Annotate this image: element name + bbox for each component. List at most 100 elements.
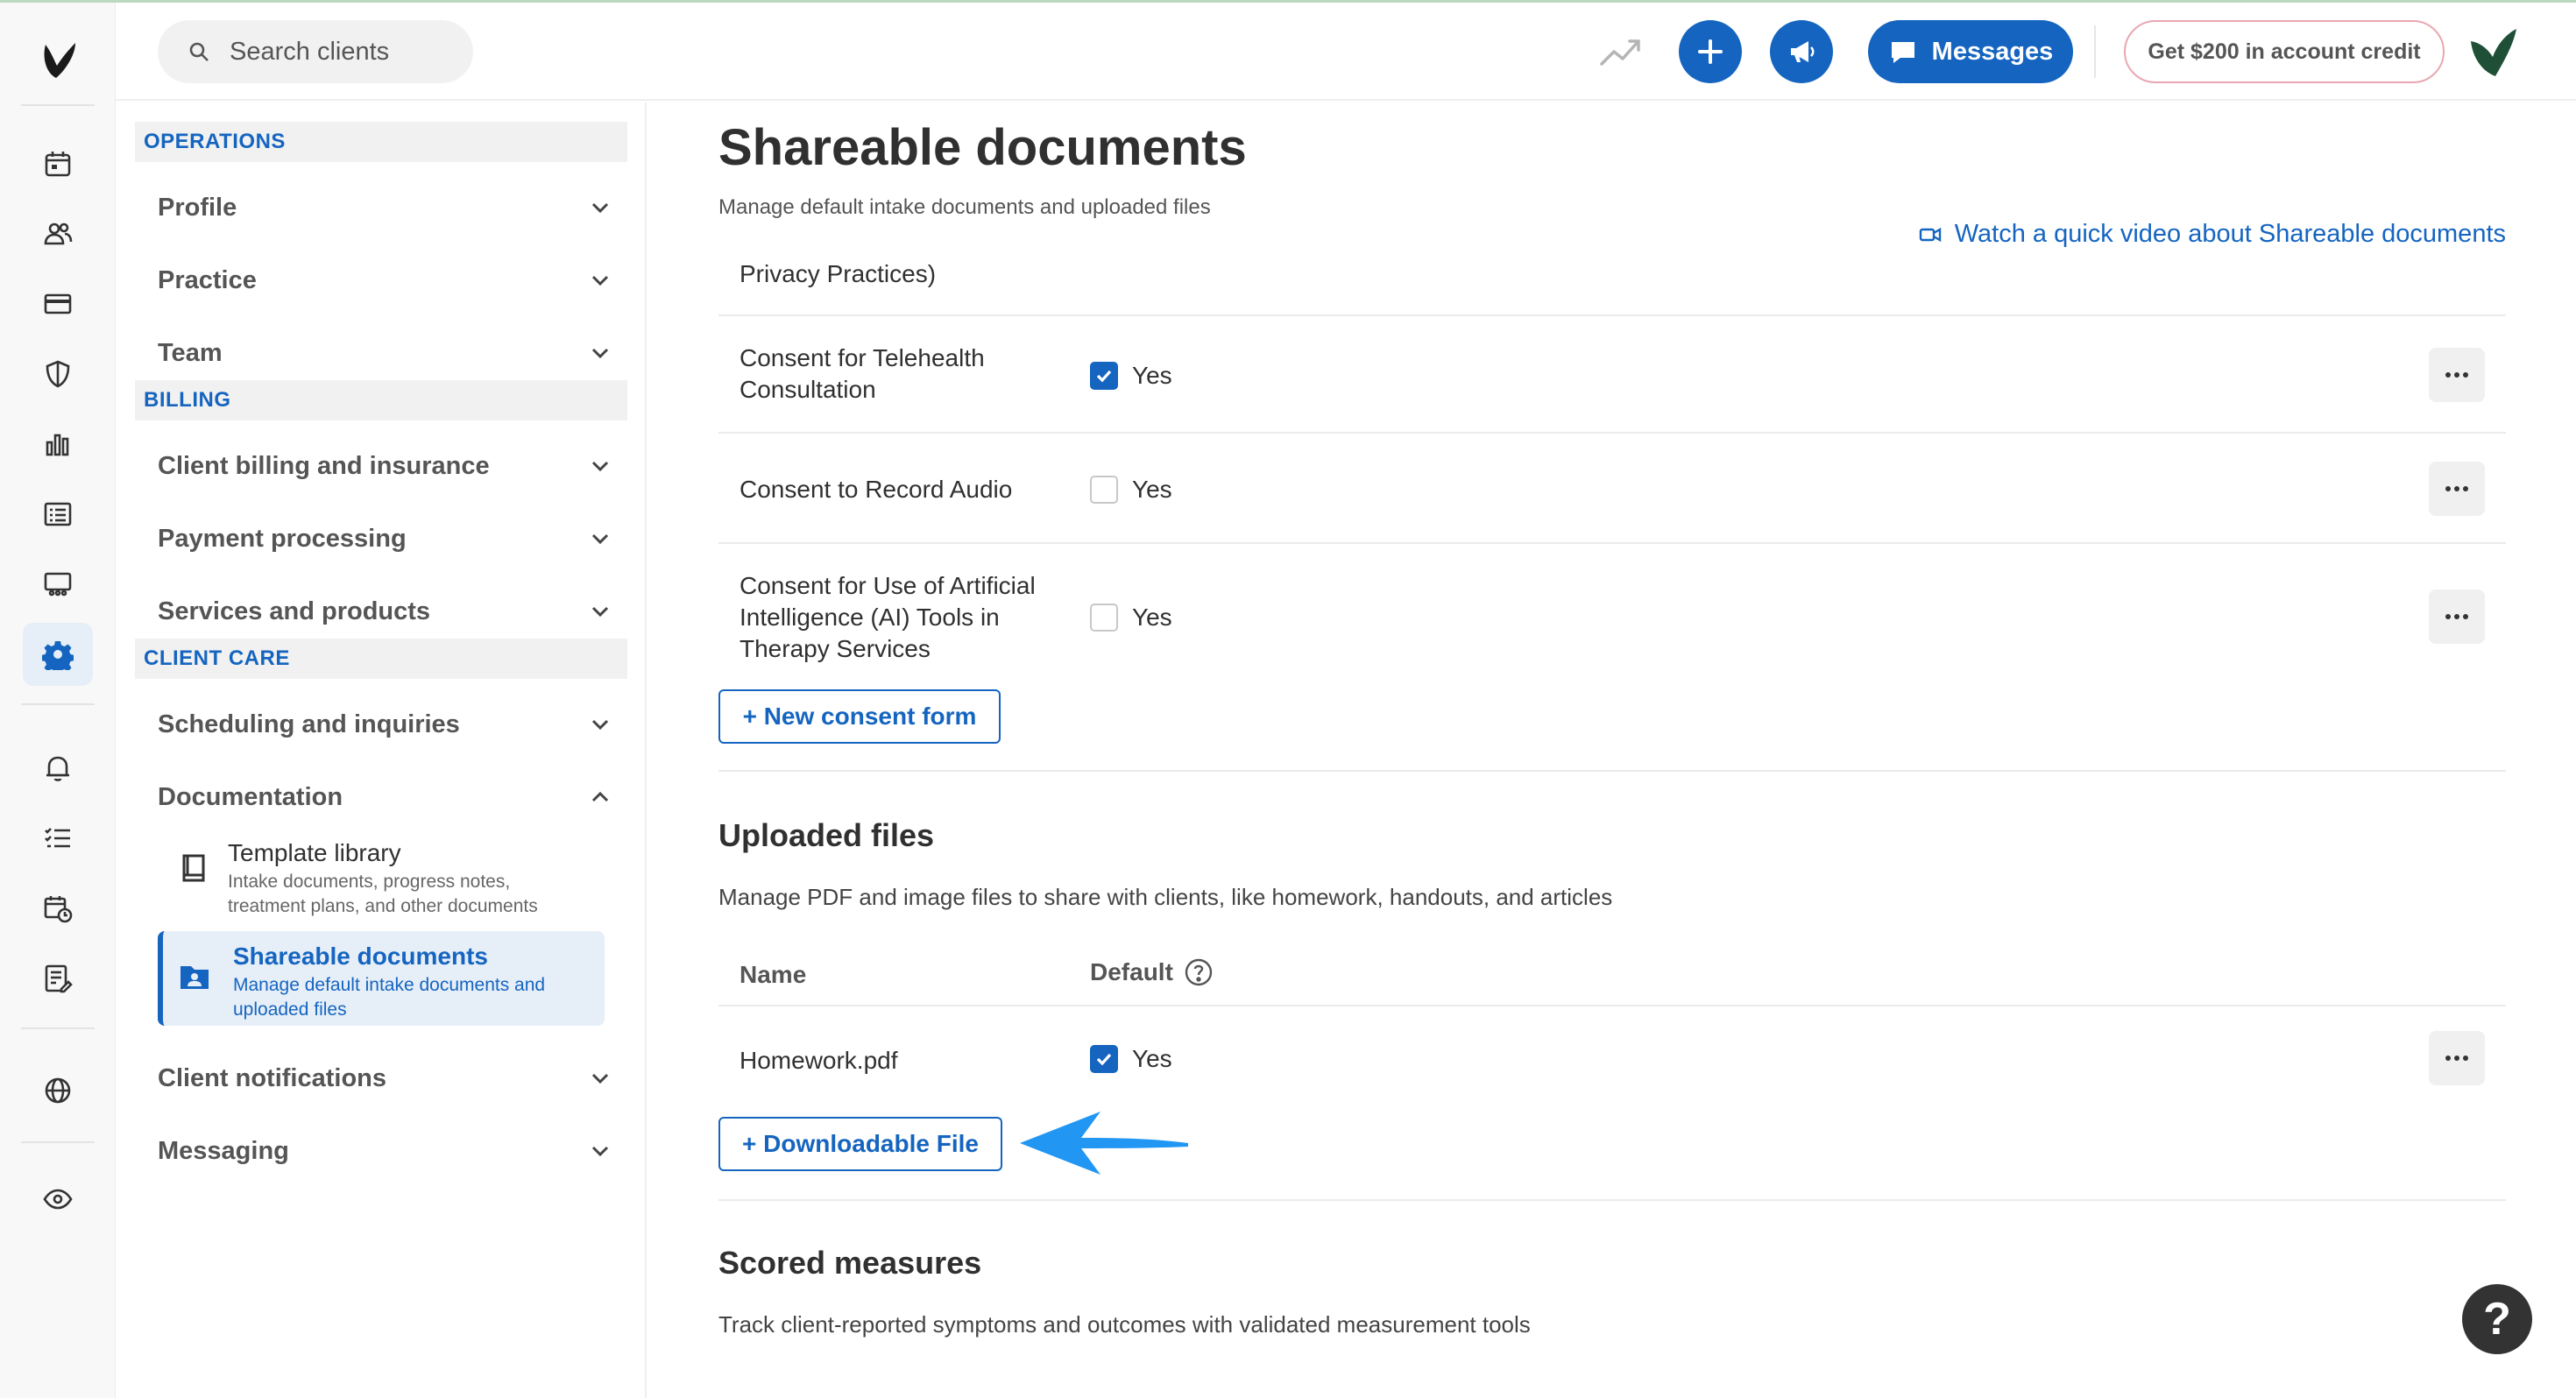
default-checkbox-label: Yes (1132, 476, 1172, 503)
row-divider (718, 542, 2506, 544)
sub-item-title: Shareable documents (233, 943, 488, 970)
create-new-button[interactable] (1679, 20, 1742, 83)
row-actions-button[interactable] (2429, 590, 2485, 644)
brand-logo[interactable] (33, 38, 82, 87)
sub-item-title: Template library (228, 839, 401, 866)
announcements-button[interactable] (1770, 20, 1833, 83)
more-horizontal-icon (2445, 614, 2468, 619)
row-divider (718, 1005, 2506, 1006)
list-icon[interactable] (23, 483, 93, 546)
row-divider (718, 432, 2506, 434)
nav-item-messaging[interactable]: Messaging (158, 1125, 613, 1177)
column-header-default-label: Default (1090, 958, 1173, 985)
chevron-down-icon (591, 606, 609, 618)
book-icon (182, 854, 205, 882)
rail-divider (21, 104, 95, 106)
chevron-down-icon (591, 1073, 609, 1084)
nav-item-client-billing[interactable]: Client billing and insurance (158, 440, 613, 492)
calendar-icon[interactable] (23, 132, 93, 195)
search-icon (189, 42, 209, 61)
help-button[interactable]: ? (2462, 1284, 2532, 1354)
watch-video-link[interactable]: Watch a quick video about Shareable docu… (1918, 220, 2506, 249)
sub-item-template-library[interactable]: Template library Intake documents, progr… (158, 828, 605, 928)
bell-icon[interactable] (23, 737, 93, 800)
new-consent-form-button[interactable]: + New consent form (718, 689, 1001, 744)
page-title: Shareable documents (718, 119, 1247, 176)
default-checkbox-label: Yes (1132, 604, 1172, 631)
nav-section-operations: OPERATIONS (135, 122, 627, 162)
billing-card-icon[interactable] (23, 272, 93, 335)
chevron-down-icon (591, 1146, 609, 1157)
notes-icon[interactable] (23, 947, 93, 1010)
nav-section-billing: BILLING (135, 380, 627, 420)
scored-measures-desc: Track client-reported symptoms and outco… (718, 1311, 1531, 1338)
add-downloadable-file-button[interactable]: + Downloadable File (718, 1117, 1002, 1171)
default-checkbox[interactable] (1090, 1045, 1118, 1073)
column-header-default: Default (1090, 957, 1214, 987)
nav-item-profile[interactable]: Profile (158, 181, 613, 234)
scored-measures-title: Scored measures (718, 1245, 982, 1281)
more-horizontal-icon (2445, 372, 2468, 378)
rail-divider (21, 1027, 95, 1029)
nav-item-services-products[interactable]: Services and products (158, 585, 613, 638)
default-checkbox[interactable] (1090, 476, 1118, 504)
plus-icon (1698, 39, 1723, 64)
nav-item-label: Payment processing (158, 524, 407, 553)
nav-item-documentation[interactable]: Documentation (158, 771, 613, 823)
search-input[interactable] (230, 37, 457, 67)
account-credit-button[interactable]: Get $200 in account credit (2124, 20, 2445, 83)
megaphone-icon (1791, 41, 1815, 62)
nav-item-label: Practice (158, 265, 257, 294)
nav-item-label: Team (158, 338, 223, 367)
more-horizontal-icon (2445, 1056, 2468, 1061)
messages-button[interactable]: Messages (1868, 20, 2073, 83)
nav-item-label: Documentation (158, 782, 343, 811)
sub-item-shareable-documents[interactable]: Shareable documents Manage default intak… (158, 931, 605, 1026)
nav-item-scheduling[interactable]: Scheduling and inquiries (158, 698, 613, 751)
checkmark-icon (1096, 1053, 1112, 1066)
watch-video-label: Watch a quick video about Shareable docu… (1954, 220, 2506, 248)
nav-item-label: Profile (158, 193, 237, 222)
nav-item-payment-processing[interactable]: Payment processing (158, 512, 613, 565)
row-actions-button[interactable] (2429, 1031, 2485, 1085)
uploaded-file-name: Homework.pdf (740, 1047, 898, 1074)
chat-bubble-icon (1891, 42, 1914, 63)
messages-label: Messages (1931, 37, 2054, 66)
globe-icon[interactable] (23, 1059, 93, 1122)
profile-avatar[interactable] (2464, 24, 2520, 80)
nav-item-label: Client notifications (158, 1063, 386, 1092)
default-checkbox-label: Yes (1132, 1045, 1172, 1072)
consent-name: Consent for Telehealth Consultation (740, 344, 985, 403)
main-content: Shareable documents Manage default intak… (648, 102, 2576, 1398)
clients-icon[interactable] (23, 202, 93, 265)
row-divider (718, 314, 2506, 316)
nav-item-team[interactable]: Team (158, 327, 613, 379)
chevron-down-icon (591, 202, 609, 214)
help-circle-icon[interactable] (1184, 957, 1214, 987)
nav-item-client-notifications[interactable]: Client notifications (158, 1052, 613, 1105)
chevron-up-icon (591, 791, 609, 802)
uploaded-files-desc: Manage PDF and image files to share with… (718, 884, 1613, 910)
analytics-icon[interactable] (23, 413, 93, 476)
calendar-clock-icon[interactable] (23, 877, 93, 940)
trend-chart-icon[interactable] (1598, 31, 1644, 73)
search-box[interactable] (158, 20, 473, 83)
settings-gear-icon[interactable] (23, 623, 93, 686)
default-checkbox[interactable] (1090, 362, 1118, 390)
chevron-down-icon (591, 348, 609, 359)
app-rail (0, 3, 116, 1398)
nav-item-practice[interactable]: Practice (158, 254, 613, 307)
annotation-arrow-icon (1020, 1112, 1188, 1175)
default-checkbox-label: Yes (1132, 362, 1172, 389)
tasks-icon[interactable] (23, 807, 93, 870)
marketing-icon[interactable] (23, 553, 93, 616)
shield-icon[interactable] (23, 342, 93, 406)
default-checkbox[interactable] (1090, 604, 1118, 632)
chevron-down-icon (591, 275, 609, 286)
video-camera-icon (1919, 227, 1941, 242)
more-horizontal-icon (2445, 486, 2468, 491)
row-actions-button[interactable] (2429, 348, 2485, 402)
eye-icon[interactable] (23, 1168, 93, 1231)
row-actions-button[interactable] (2429, 462, 2485, 516)
chevron-down-icon (591, 461, 609, 472)
